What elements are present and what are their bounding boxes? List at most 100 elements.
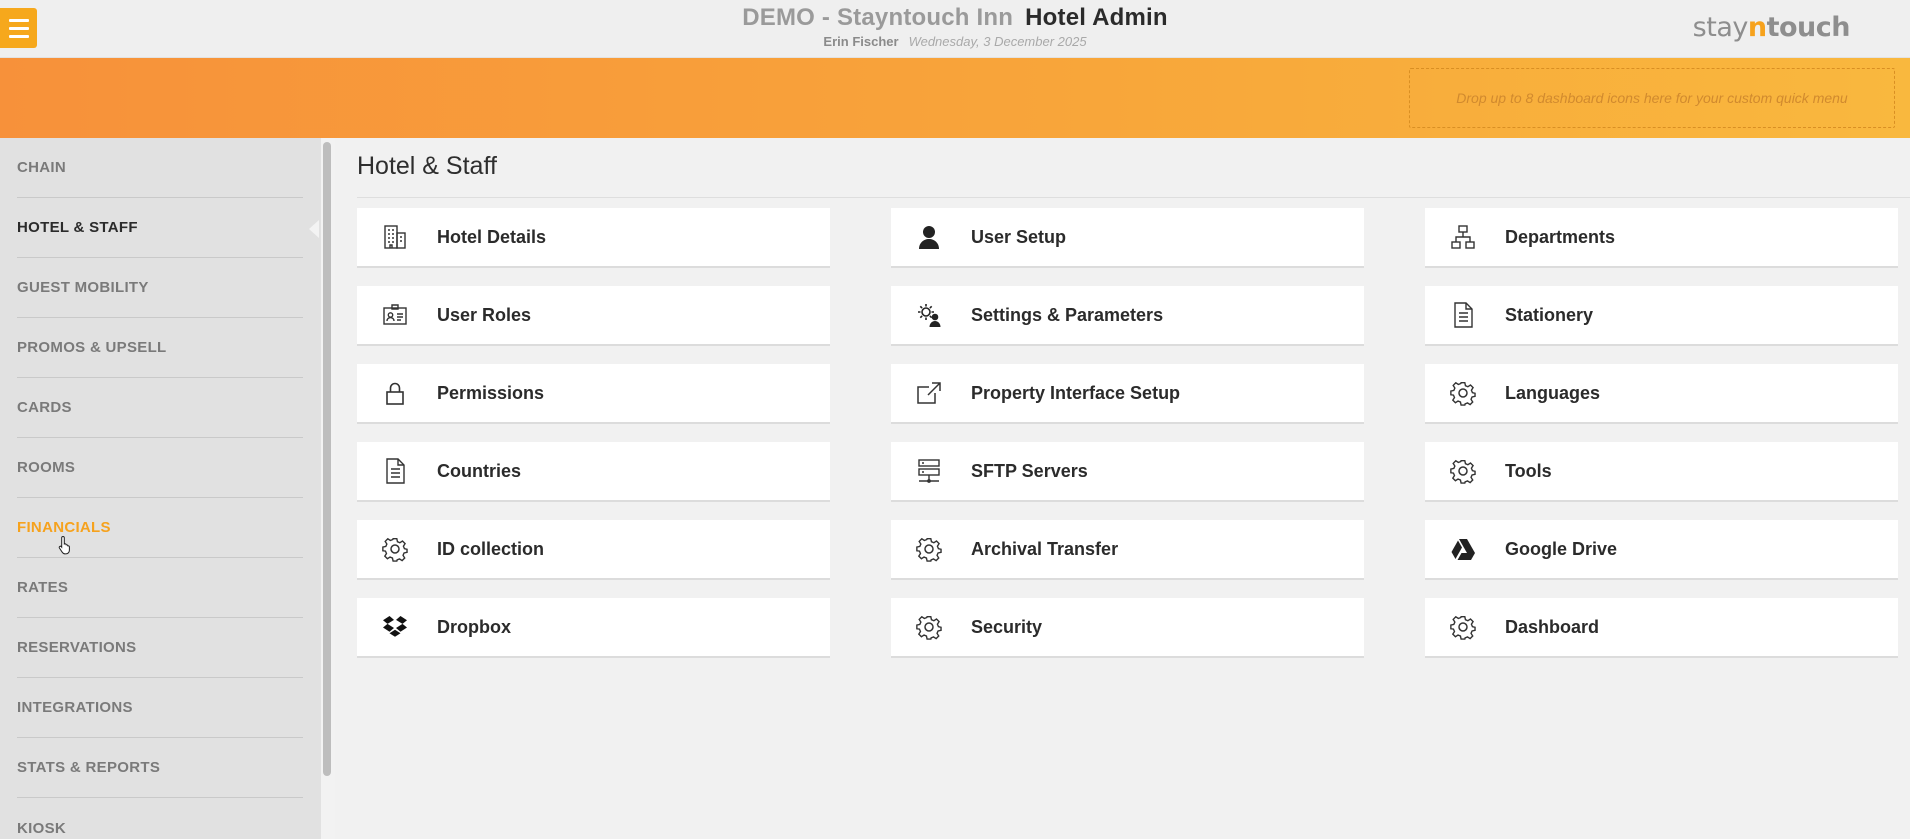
card-label: Stationery [1505,304,1594,325]
card-archival-transfer[interactable]: Archival Transfer [891,520,1364,580]
brand-logo-part: stay [1692,12,1749,43]
dropbox-icon [375,612,415,642]
user-gear-icon [909,300,949,330]
active-indicator [309,220,319,238]
brand-logo-part: touch [1766,12,1851,43]
sidebar-item-label: ROOMS [17,459,76,476]
sidebar-item-label: GUEST MOBILITY [17,279,149,296]
card-label: User Roles [437,304,532,325]
sidebar-item-label: RESERVATIONS [17,639,137,656]
id-card-icon [375,300,415,330]
sidebar-item-reservations[interactable]: RESERVATIONS [17,618,303,678]
sidebar-item-label: FINANCIALS [17,519,111,536]
card-label: Archival Transfer [971,538,1119,559]
sidebar-item-guest-mobility[interactable]: GUEST MOBILITY [17,258,303,318]
server-icon [909,456,949,486]
card-label: Languages [1505,382,1601,403]
sidebar-item-label: RATES [17,579,69,596]
card-departments[interactable]: Departments [1425,208,1898,268]
card-property-interface-setup[interactable]: Property Interface Setup [891,364,1364,424]
google-drive-icon [1443,534,1483,564]
building-icon [375,222,415,252]
title-divider [357,197,1910,198]
sidebar-item-label: STATS & REPORTS [17,759,161,776]
card-label: Permissions [437,382,545,403]
sidebar-item-label: INTEGRATIONS [17,699,133,716]
document-icon [375,456,415,486]
card-label: Hotel Details [437,226,547,247]
sidebar-item-label: CARDS [17,399,72,416]
sidebar-item-kiosk[interactable]: KIOSK [17,798,303,839]
page-header: DEMO - Stayntouch Inn Hotel Admin Erin Fi… [0,4,1910,49]
card-google-drive[interactable]: Google Drive [1425,520,1898,580]
card-tools[interactable]: Tools [1425,442,1898,502]
hotel-name: DEMO - Stayntouch Inn [742,4,1014,31]
header-title: DEMO - Stayntouch Inn Hotel Admin [0,4,1910,32]
card-label: Settings & Parameters [971,304,1164,325]
gear-icon [909,534,949,564]
gear-icon [1443,612,1483,642]
card-label: Countries [437,460,522,481]
user-name: Erin Fischer [823,34,899,49]
sidebar-item-label: HOTEL & STAFF [17,219,138,236]
hand-cursor-icon [58,535,70,555]
gear-icon [375,534,415,564]
lock-icon [375,378,415,408]
brand-logo-part: n [1747,12,1767,43]
card-label: Dashboard [1505,616,1600,637]
org-chart-icon [1443,222,1483,252]
scrollbar-thumb[interactable] [323,142,331,776]
dropzone-hint: Drop up to 8 dashboard icons here for yo… [1456,90,1848,106]
sidebar-item-hotel-staff[interactable]: HOTEL & STAFF [17,198,319,258]
card-languages[interactable]: Languages [1425,364,1898,424]
card-security[interactable]: Security [891,598,1364,658]
card-user-roles[interactable]: User Roles [357,286,830,346]
card-label: SFTP Servers [971,460,1088,481]
card-label: User Setup [971,226,1067,247]
card-label: Security [971,616,1043,637]
sidebar-item-label: PROMOS & UPSELL [17,339,167,356]
sidebar: CHAIN HOTEL & STAFF GUEST MOBILITY PROMO… [0,138,321,839]
card-stationery[interactable]: Stationery [1425,286,1898,346]
current-date: Wednesday, 3 December 2025 [908,34,1087,49]
sidebar-item-rates[interactable]: RATES [17,558,303,618]
gear-icon [1443,378,1483,408]
sidebar-item-rooms[interactable]: ROOMS [17,438,303,498]
user-icon [909,222,949,252]
card-permissions[interactable]: Permissions [357,364,830,424]
sidebar-item-cards[interactable]: CARDS [17,378,303,438]
sidebar-scrollbar[interactable] [321,138,335,839]
card-dashboard[interactable]: Dashboard [1425,598,1898,658]
card-sftp-servers[interactable]: SFTP Servers [891,442,1364,502]
main-content: Hotel & Staff Hotel Details User Setup D… [335,138,1910,839]
document-icon [1443,300,1483,330]
external-link-icon [909,378,949,408]
sidebar-nav: CHAIN HOTEL & STAFF GUEST MOBILITY PROMO… [0,138,319,839]
card-label: ID collection [437,538,545,559]
card-dropbox[interactable]: Dropbox [357,598,830,658]
sidebar-item-integrations[interactable]: INTEGRATIONS [17,678,303,738]
sidebar-item-label: KIOSK [17,819,67,837]
card-label: Property Interface Setup [971,382,1181,403]
card-id-collection[interactable]: ID collection [357,520,830,580]
top-bar: DEMO - Stayntouch Inn Hotel Admin Erin Fi… [0,0,1910,58]
card-countries[interactable]: Countries [357,442,830,502]
sidebar-item-stats-reports[interactable]: STATS & REPORTS [17,738,303,798]
brand-logo: stayntouch [1692,12,1851,43]
quick-menu-dropzone[interactable]: Drop up to 8 dashboard icons here for yo… [1409,68,1895,128]
sidebar-item-promos-upsell[interactable]: PROMOS & UPSELL [17,318,303,378]
card-label: Google Drive [1505,538,1618,559]
app-name: Hotel Admin [1025,4,1168,31]
card-label: Dropbox [437,616,511,637]
page-title: Hotel & Staff [357,152,497,180]
header-subtitle: Erin Fischer Wednesday, 3 December 2025 [0,34,1910,49]
gear-icon [909,612,949,642]
card-label: Departments [1505,226,1616,247]
card-hotel-details[interactable]: Hotel Details [357,208,830,268]
card-user-setup[interactable]: User Setup [891,208,1364,268]
sidebar-item-label: CHAIN [17,159,66,176]
card-settings-parameters[interactable]: Settings & Parameters [891,286,1364,346]
settings-grid: Hotel Details User Setup Departments Use… [357,208,1898,658]
gear-icon [1443,456,1483,486]
sidebar-item-chain[interactable]: CHAIN [17,138,303,198]
